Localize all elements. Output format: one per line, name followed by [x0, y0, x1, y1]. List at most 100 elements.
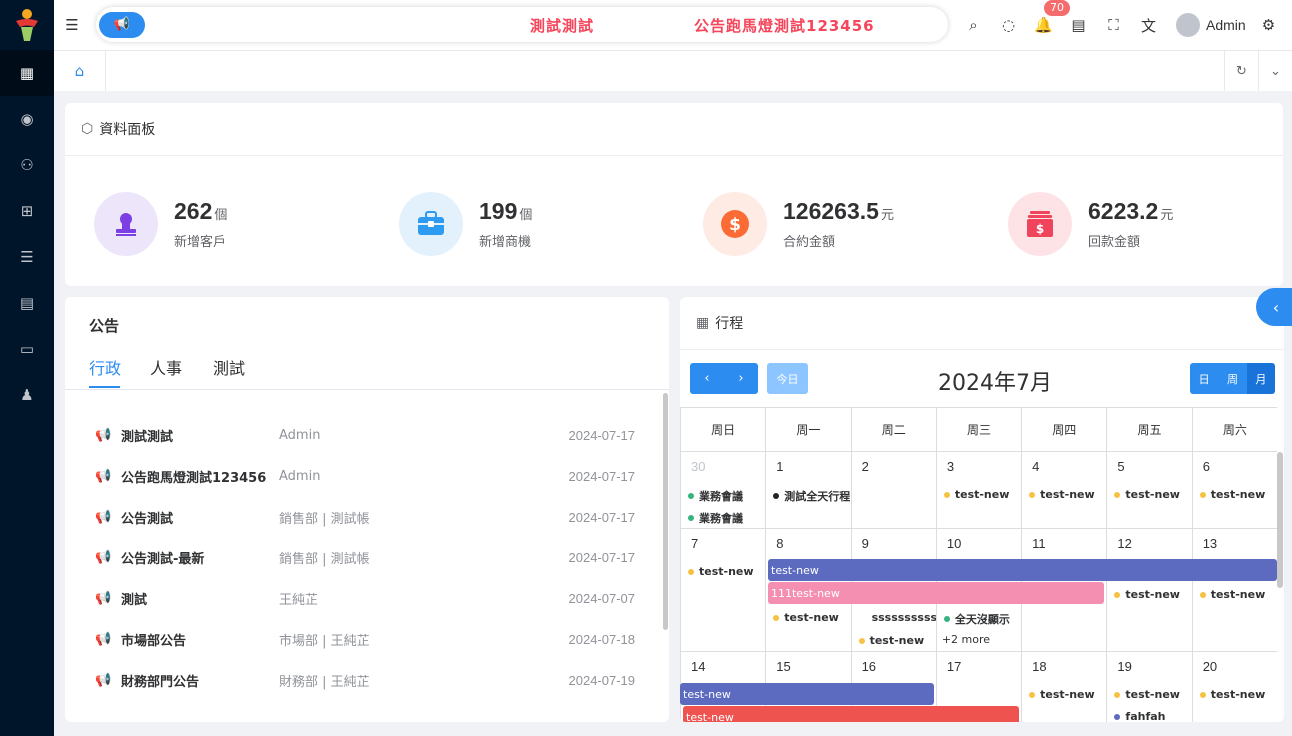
list-item[interactable]: 📢 公告測試 銷售部 | 測試帳 2024-07-17: [95, 507, 635, 527]
tab-admin[interactable]: 行政: [89, 355, 121, 379]
calendar-event[interactable]: test-new: [688, 565, 754, 578]
briefcase-icon: [399, 192, 463, 256]
list-item[interactable]: 📢 測試 王純芷 2024-07-07: [95, 588, 635, 608]
calendar-event[interactable]: 業務會議: [688, 510, 743, 526]
calendar-event-bar[interactable]: test-new: [768, 559, 1277, 581]
weekday-label: 周二: [850, 408, 936, 451]
calendar-event[interactable]: ssssssssss: [872, 611, 937, 624]
calendar-event[interactable]: test-new: [1029, 488, 1095, 501]
notice-date: 2024-07-07: [568, 590, 636, 606]
day-cell[interactable]: 5 test-new: [1106, 452, 1191, 528]
calendar-event[interactable]: test-new: [1114, 588, 1180, 601]
calendar-event[interactable]: test-new: [943, 488, 1009, 501]
notice-date: 2024-07-17: [568, 468, 636, 484]
list-item[interactable]: 📢 財務部門公告 財務部 | 王純芷 2024-07-19: [95, 670, 635, 690]
menu-collapse-icon[interactable]: ☰: [54, 16, 90, 34]
stat-unit: 元: [880, 207, 894, 222]
translate-icon[interactable]: 文: [1131, 15, 1166, 36]
tab-test[interactable]: 測試: [213, 355, 245, 379]
calendar-icon: ▦: [696, 315, 710, 331]
list-item[interactable]: 📢 市場部公告 市場部 | 王純芷 2024-07-18: [95, 629, 635, 649]
bell-icon[interactable]: 🔔 70: [1026, 0, 1070, 34]
calendar-event[interactable]: test-new: [1114, 488, 1180, 501]
calendar-event[interactable]: test-new: [1114, 688, 1180, 701]
user-name[interactable]: Admin: [1206, 17, 1246, 33]
calendar-week: 7 test-new 8 test-new 9 ssssssssss test-…: [680, 529, 1277, 652]
fullscreen-icon[interactable]: ⛶: [1096, 16, 1131, 34]
avatar[interactable]: [1176, 13, 1200, 37]
chevron-down-icon[interactable]: ⌄: [1258, 51, 1292, 91]
calendar-event[interactable]: test-new: [773, 611, 839, 624]
stat-label: 合約金額: [783, 235, 836, 250]
calendar-event[interactable]: test-new: [1199, 588, 1265, 601]
nav-users-icon[interactable]: ⚇: [0, 142, 54, 188]
weekday-label: 周四: [1021, 408, 1106, 451]
nav-card-icon[interactable]: ▭: [0, 326, 54, 372]
day-cell[interactable]: 12 test-new: [1106, 529, 1191, 651]
message-icon[interactable]: ▤: [1061, 16, 1096, 34]
event-title: fahfah: [1125, 710, 1166, 722]
notice-author: 王純芷: [279, 592, 319, 608]
nav-grid-icon[interactable]: ⊞: [0, 188, 54, 234]
day-cell[interactable]: 20 test-new: [1191, 652, 1277, 722]
nav-list-icon[interactable]: ☰: [0, 234, 54, 280]
week-view-button[interactable]: 周: [1218, 363, 1247, 394]
nav-user-settings-icon[interactable]: ♟: [0, 372, 54, 418]
list-item[interactable]: 📢 公告跑馬燈測試123456 Admin 2024-07-17: [95, 466, 635, 486]
chat-icon[interactable]: ◌: [991, 16, 1026, 34]
marquee-text-1: 測試測試: [530, 17, 595, 35]
day-cell[interactable]: 13 test-new: [1191, 529, 1277, 651]
day-cell[interactable]: 1 測試全天行程: [765, 452, 850, 528]
day-number: 5: [1117, 459, 1125, 474]
calendar-event-bar[interactable]: 111test-new: [768, 582, 1104, 604]
app-logo[interactable]: [0, 0, 54, 50]
month-view-button[interactable]: 月: [1246, 363, 1275, 394]
calendar-event[interactable]: 全天沒顯示: [943, 611, 1010, 627]
calendar-event[interactable]: test-new: [1199, 688, 1265, 701]
nav-eye-icon[interactable]: ◉: [0, 96, 54, 142]
next-month-button[interactable]: ›: [738, 371, 743, 386]
day-cell[interactable]: 30 業務會議 業務會議: [680, 452, 765, 528]
calendar-week: 30 業務會議 業務會議 1 測試全天行程 2 3 test-new 4 tes…: [680, 452, 1277, 529]
calendar-event-bar[interactable]: test-new: [683, 706, 1019, 722]
list-item[interactable]: 📢 測試測試 Admin 2024-07-17: [95, 425, 635, 445]
more-events-link[interactable]: +2 more: [942, 633, 990, 646]
event-title: test-new: [1125, 588, 1180, 601]
calendar-scrollbar[interactable]: [1277, 452, 1283, 588]
day-cell[interactable]: 18 test-new: [1021, 652, 1106, 722]
day-cell[interactable]: 6 test-new: [1191, 452, 1277, 528]
nav-calendar-icon[interactable]: ▤: [0, 280, 54, 326]
refresh-icon[interactable]: ↻: [1224, 51, 1258, 91]
calendar-event[interactable]: fahfah: [1114, 710, 1166, 722]
calendar-event[interactable]: test-new: [858, 634, 925, 647]
tab-hr[interactable]: 人事: [150, 355, 182, 379]
nav-dashboard-icon[interactable]: ▦: [0, 50, 54, 96]
day-number: 13: [1202, 536, 1218, 551]
day-cell[interactable]: 19 test-new fahfah: [1106, 652, 1191, 722]
gear-icon[interactable]: ⚙: [1262, 16, 1275, 34]
calendar-event[interactable]: test-new: [1029, 688, 1095, 701]
prev-month-button[interactable]: ‹: [704, 371, 709, 386]
notice-author: 銷售部 | 測試帳: [279, 511, 370, 527]
event-title: ssssssssss: [871, 611, 938, 624]
day-cell[interactable]: 7 test-new: [680, 529, 765, 651]
calendar-event-bar[interactable]: test-new: [680, 683, 934, 705]
home-tab-icon[interactable]: ⌂: [54, 51, 106, 91]
notice-title: 市場部公告: [121, 633, 187, 649]
search-icon[interactable]: ⌕: [956, 16, 991, 34]
calendar-event[interactable]: 業務會議: [688, 488, 743, 504]
event-title: test-new: [869, 634, 925, 647]
list-item[interactable]: 📢 公告測試-最新 銷售部 | 測試帳 2024-07-17: [95, 547, 635, 567]
announcement-marquee: 📢 測試測試 公告跑馬燈測試123456: [96, 7, 948, 42]
drawer-toggle-chevron-left-icon[interactable]: ‹: [1256, 288, 1292, 326]
day-view-button[interactable]: 日: [1190, 363, 1219, 394]
day-cell[interactable]: 4 test-new: [1021, 452, 1106, 528]
calendar-event[interactable]: 測試全天行程: [773, 488, 850, 504]
today-button[interactable]: 今日: [767, 363, 808, 394]
calendar-event[interactable]: test-new: [1199, 488, 1265, 501]
day-number: 2: [861, 459, 869, 474]
scrollbar[interactable]: [663, 393, 668, 630]
day-cell[interactable]: 3 test-new: [935, 452, 1021, 528]
stat-label: 新增客戶: [174, 235, 227, 250]
day-cell[interactable]: 2: [850, 452, 936, 528]
